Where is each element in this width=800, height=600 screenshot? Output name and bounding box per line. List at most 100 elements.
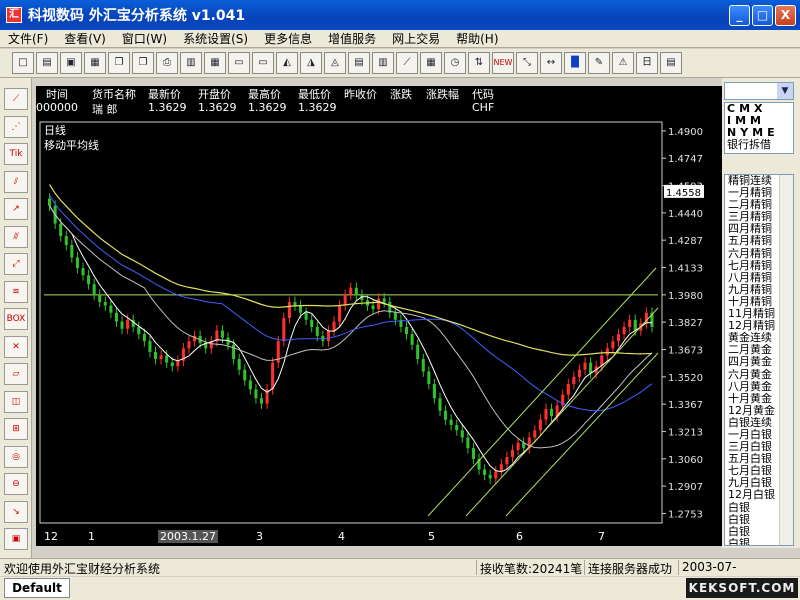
candlestick-chart-svg[interactable]: 1.49001.47471.45931.44401.42871.41331.39… — [36, 118, 722, 528]
tik-tool[interactable]: Tik — [4, 143, 28, 165]
y-tick-label: 1.4133 — [668, 264, 703, 275]
circle-tool[interactable]: ⊖ — [4, 473, 28, 495]
menu-item-6[interactable]: 网上交易 — [384, 30, 448, 47]
open-icon[interactable]: ▤ — [36, 52, 58, 74]
candle — [455, 419, 459, 436]
chart3-icon[interactable]: ◬ — [324, 52, 346, 74]
arrow-icon[interactable]: ↔ — [540, 52, 562, 74]
chart-tool[interactable]: ◫ — [4, 390, 28, 413]
candle — [388, 296, 392, 319]
candle — [622, 321, 626, 340]
chevron-down-icon[interactable]: ▼ — [777, 83, 793, 99]
exchange-grid[interactable]: CMX IMM NYME 银行拆借 — [724, 102, 794, 154]
candle — [215, 325, 219, 347]
candle — [505, 451, 509, 470]
status-message: 欢迎使用外汇宝财经分析系统 — [4, 562, 161, 576]
draw-icon[interactable]: ⟋ — [396, 52, 418, 74]
save-icon[interactable]: ▦ — [84, 52, 106, 74]
menu-item-1[interactable]: 查看(V) — [56, 30, 114, 47]
target-tool[interactable]: ◎ — [4, 445, 28, 468]
trend-tool[interactable]: ↗ — [4, 198, 28, 220]
candle — [499, 458, 503, 477]
list-scrollbar[interactable] — [779, 175, 793, 545]
window2-icon[interactable]: ▭ — [252, 52, 274, 74]
fib-line-tool[interactable]: ⟋ — [4, 88, 28, 110]
quote-header-6: 昨收价 — [344, 88, 377, 101]
dropdown-icon[interactable]: 日 — [636, 52, 658, 74]
market-select[interactable]: ▼ — [724, 82, 794, 100]
ray-tool[interactable]: ⤢ — [4, 253, 28, 275]
quote-header-2: 最新价 — [148, 88, 181, 101]
box-tool[interactable]: BOX — [4, 308, 28, 330]
candle — [293, 296, 297, 311]
candle — [572, 371, 576, 390]
candle — [70, 239, 74, 263]
table-icon[interactable]: ▦ — [420, 52, 442, 74]
candle — [611, 335, 615, 354]
wave-tool[interactable]: ≋ — [4, 280, 28, 303]
y-tick-label: 1.3367 — [668, 400, 703, 411]
candle — [187, 335, 191, 354]
candle — [449, 414, 453, 431]
list-icon[interactable]: ▤ — [660, 52, 682, 74]
new-badge-icon[interactable]: NEW — [492, 52, 514, 74]
copy2-icon[interactable]: ❐ — [132, 52, 154, 74]
menu-item-7[interactable]: 帮助(H) — [448, 30, 506, 47]
quote-header-8: 涨跌幅 — [426, 88, 459, 101]
x-tick-label: 12 — [44, 530, 58, 543]
quote-value-row[interactable]: 000000 瑞 郎 1.3629 1.3629 1.3629 1.3629 CHF — [36, 101, 722, 117]
candle — [237, 353, 241, 376]
grid-icon[interactable]: ▦ — [204, 52, 226, 74]
candle — [282, 312, 286, 347]
fan-tool[interactable]: ⋰ — [4, 115, 28, 138]
window-titlebar[interactable]: 汇 科视数码 外汇宝分析系统 v1.041 _ □ X — [0, 0, 800, 30]
clock-icon[interactable]: ◷ — [444, 52, 466, 74]
menu-item-5[interactable]: 增值服务 — [320, 30, 384, 47]
warning-icon[interactable]: ⚠ — [612, 52, 634, 74]
book-icon[interactable]: ▤ — [348, 52, 370, 74]
blue-square-icon[interactable]: █ — [564, 52, 586, 74]
folder-icon[interactable]: ▣ — [60, 52, 82, 74]
eraser-tool[interactable]: ▱ — [4, 363, 28, 385]
candle — [410, 328, 414, 351]
exchange-row-interbank[interactable]: 银行拆借 — [725, 139, 793, 151]
candle — [181, 342, 185, 367]
minimize-button[interactable]: _ — [729, 5, 750, 26]
price-chart[interactable]: 1.49001.47471.45931.44401.42871.41331.39… — [36, 118, 722, 543]
candle — [159, 350, 163, 365]
maximize-button[interactable]: □ — [752, 5, 773, 26]
alert-icon[interactable]: ⇅ — [468, 52, 490, 74]
tab-default[interactable]: Default — [4, 578, 70, 598]
candle — [494, 465, 498, 484]
x-tick-label: 3 — [256, 530, 263, 543]
chart-icon[interactable]: ◭ — [276, 52, 298, 74]
commodity-list[interactable]: 精铜连续 一月精铜 二月精铜 三月精铜 四月精铜 五月精铜 六月精铜 七月精铜 八月精铜 九月精铜… — [724, 174, 794, 546]
zoom-tool[interactable]: ⊞ — [4, 418, 28, 440]
y-tick-label: 1.4287 — [668, 236, 703, 247]
y-tick-label: 1.3673 — [668, 346, 703, 357]
close-button[interactable]: X — [775, 5, 796, 26]
candle — [589, 357, 593, 379]
menu-item-0[interactable]: 文件(F) — [0, 30, 56, 47]
menu-item-3[interactable]: 系统设置(S) — [175, 30, 256, 47]
candle — [310, 314, 314, 333]
edit-icon[interactable]: ✎ — [588, 52, 610, 74]
window-icon[interactable]: ▭ — [228, 52, 250, 74]
chart2-icon[interactable]: ◮ — [300, 52, 322, 74]
copy-icon[interactable]: ❐ — [108, 52, 130, 74]
new-icon[interactable]: □ — [12, 52, 34, 74]
candle — [338, 300, 342, 327]
channel-tool[interactable]: ⫽ — [4, 170, 28, 193]
parallel-tool[interactable]: ⫻ — [4, 225, 28, 248]
line-icon[interactable]: ⤡ — [516, 52, 538, 74]
delete-tool[interactable]: ✕ — [4, 335, 28, 358]
trend2-tool[interactable]: ↘ — [4, 500, 28, 523]
menu-item-2[interactable]: 窗口(W) — [114, 30, 175, 47]
menu-item-4[interactable]: 更多信息 — [256, 30, 320, 47]
layout-icon[interactable]: ▥ — [180, 52, 202, 74]
print-icon[interactable]: ⎙ — [156, 52, 178, 74]
candle — [644, 307, 648, 329]
indicator-icon[interactable]: ▥ — [372, 52, 394, 74]
mark-tool[interactable]: ▣ — [4, 528, 28, 550]
candle — [427, 366, 431, 390]
